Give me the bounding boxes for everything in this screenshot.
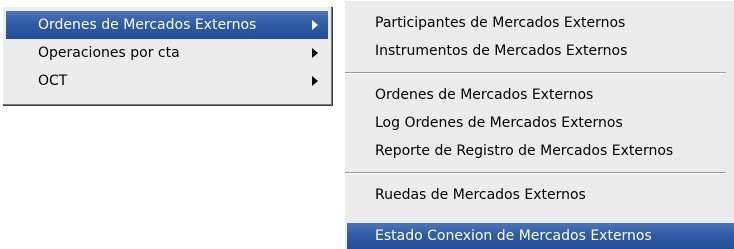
- submenu-item-reporte-registro[interactable]: Reporte de Registro de Mercados Externos: [345, 137, 734, 165]
- submenu-item-label: Reporte de Registro de Mercados Externos: [375, 143, 674, 159]
- submenu-item-ordenes[interactable]: Ordenes de Mercados Externos: [345, 81, 734, 109]
- submenu-item-label: Log Ordenes de Mercados Externos: [375, 115, 623, 131]
- submenu-arrow-icon: [312, 48, 318, 58]
- submenu-item-ruedas[interactable]: Ruedas de Mercados Externos: [345, 181, 734, 209]
- menu-item-oct[interactable]: OCT: [6, 67, 328, 95]
- submenu-item-label: Estado Conexion de Mercados Externos: [375, 228, 652, 244]
- menu-item-label: Operaciones por cta: [38, 45, 180, 61]
- submenu-item-log-ordenes[interactable]: Log Ordenes de Mercados Externos: [345, 109, 734, 137]
- main-context-menu: Ordenes de Mercados Externos Operaciones…: [2, 6, 332, 105]
- menu-separator: [345, 72, 726, 74]
- submenu-arrow-icon: [312, 20, 318, 30]
- submenu-item-participantes[interactable]: Participantes de Mercados Externos: [345, 9, 734, 37]
- submenu-item-label: Ruedas de Mercados Externos: [375, 187, 586, 203]
- submenu-item-instrumentos[interactable]: Instrumentos de Mercados Externos: [345, 37, 734, 65]
- menu-item-ordenes-mercados-externos[interactable]: Ordenes de Mercados Externos: [6, 11, 328, 39]
- menu-item-operaciones-por-cta[interactable]: Operaciones por cta: [6, 39, 328, 67]
- submenu-item-label: Instrumentos de Mercados Externos: [375, 43, 628, 59]
- submenu-arrow-icon: [312, 76, 318, 86]
- submenu-item-label: Participantes de Mercados Externos: [375, 15, 626, 31]
- menu-item-label: Ordenes de Mercados Externos: [38, 17, 257, 33]
- submenu-item-estado-conexion[interactable]: Estado Conexion de Mercados Externos: [347, 223, 734, 249]
- submenu-item-label: Ordenes de Mercados Externos: [375, 87, 594, 103]
- submenu-mercados-externos: Participantes de Mercados Externos Instr…: [344, 0, 734, 249]
- menu-separator: [345, 172, 726, 174]
- menu-item-label: OCT: [38, 73, 68, 89]
